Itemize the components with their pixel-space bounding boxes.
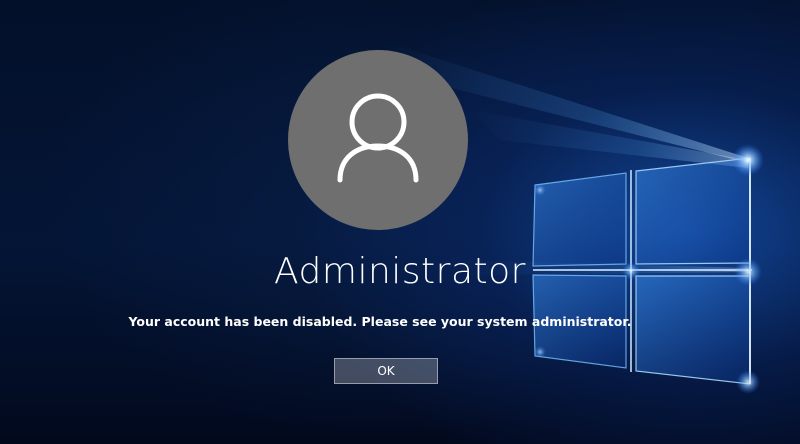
user-avatar (288, 50, 468, 230)
user-icon (337, 93, 419, 183)
lock-screen: Administrator Your account has been disa… (0, 0, 800, 444)
ok-button[interactable]: OK (334, 358, 438, 384)
account-username: Administrator (274, 251, 526, 292)
account-disabled-message: Your account has been disabled. Please s… (128, 314, 632, 329)
